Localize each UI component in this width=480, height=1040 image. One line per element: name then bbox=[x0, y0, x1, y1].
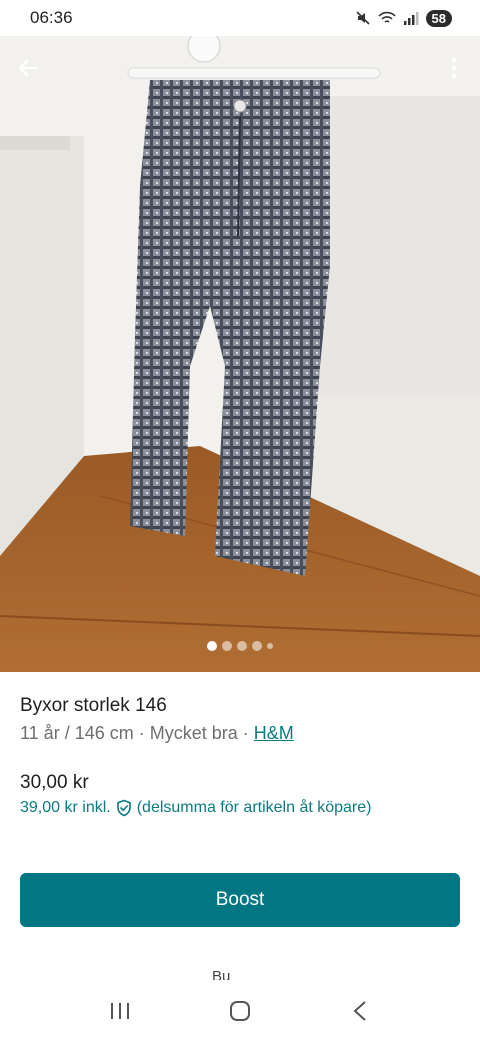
partial-action-label[interactable]: Bu bbox=[212, 968, 230, 980]
carousel-dot[interactable] bbox=[237, 641, 247, 651]
boost-button[interactable]: Boost bbox=[20, 873, 460, 927]
carousel-dot[interactable] bbox=[252, 641, 262, 651]
shield-check-icon bbox=[116, 799, 131, 817]
carousel-dot[interactable] bbox=[207, 641, 217, 651]
recents-button[interactable] bbox=[96, 991, 144, 1031]
back-button[interactable] bbox=[12, 52, 44, 84]
item-size-condition: 11 år / 146 cm · Mycket bra · bbox=[20, 723, 254, 743]
status-bar: 06:36 58 bbox=[0, 0, 480, 36]
brand-link[interactable]: H&M bbox=[254, 723, 294, 743]
status-time: 06:36 bbox=[30, 8, 73, 27]
price-incl-row[interactable]: 39,00 kr inkl. (delsumma för artikeln åt… bbox=[20, 799, 460, 817]
nav-back-button[interactable] bbox=[336, 991, 384, 1031]
product-photo[interactable] bbox=[0, 36, 480, 672]
home-icon bbox=[230, 1001, 250, 1021]
item-meta: 11 år / 146 cm · Mycket bra · H&M bbox=[20, 723, 460, 744]
recents-icon bbox=[111, 1003, 129, 1019]
arrow-left-icon bbox=[18, 59, 38, 77]
carousel-indicator bbox=[0, 641, 480, 651]
more-options-button[interactable] bbox=[442, 52, 466, 84]
product-photo-scene bbox=[0, 36, 480, 672]
wifi-icon bbox=[377, 11, 396, 23]
battery-icon: 58 bbox=[425, 9, 452, 27]
price-incl: 39,00 kr inkl. bbox=[20, 799, 111, 816]
item-price: 30,00 kr bbox=[20, 772, 89, 793]
item-details: Byxor storlek 146 11 år / 146 cm · Mycke… bbox=[0, 672, 480, 817]
home-button[interactable] bbox=[216, 991, 264, 1031]
price-incl-note: (delsumma för artikeln åt köpare) bbox=[136, 799, 372, 816]
system-nav-bar bbox=[0, 982, 480, 1040]
mute-icon bbox=[355, 11, 370, 25]
nav-back-icon bbox=[353, 1001, 366, 1021]
status-icons: 58 bbox=[355, 9, 452, 27]
more-vertical-icon bbox=[451, 57, 457, 79]
signal-icon bbox=[403, 12, 419, 25]
item-title: Byxor storlek 146 bbox=[20, 695, 167, 716]
carousel-dot[interactable] bbox=[267, 643, 273, 649]
carousel-dot[interactable] bbox=[222, 641, 232, 651]
